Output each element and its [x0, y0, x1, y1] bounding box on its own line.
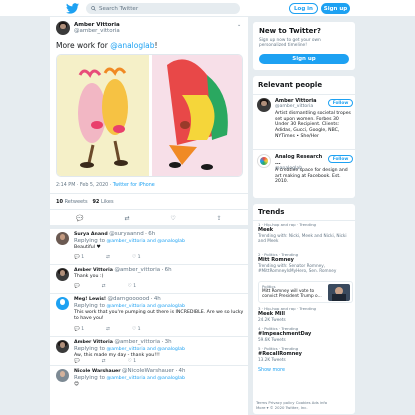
reply-text: Aw, this made my day - thank you!!! [74, 353, 160, 358]
chevron-down-icon[interactable]: ⌄ [237, 22, 241, 28]
retweet-icon[interactable]: ⇄ [106, 255, 110, 260]
news-thumbnail [328, 284, 350, 301]
reply-icon[interactable]: 💬 [76, 215, 83, 222]
reply-author[interactable]: Amber Vittoria [74, 268, 113, 273]
avatar[interactable] [257, 98, 271, 112]
avatar[interactable] [56, 21, 70, 35]
author-handle[interactable]: @amber_vittoria [74, 28, 120, 34]
avatar[interactable] [56, 268, 69, 281]
reply-icon[interactable]: 💬 [74, 359, 80, 364]
reply-item[interactable]: Nicole Warshauer @NicoleWarshauer · 4h R… [50, 366, 248, 406]
person-name[interactable]: Analog Research ... [275, 154, 327, 166]
trend-item[interactable]: 1 · Hip-hop and rap · Trending Meek Tren… [258, 222, 353, 243]
like-icon[interactable]: ♡ 1 [128, 284, 137, 289]
relevant-people-card: Relevant people Amber Vittoria @amber_vi… [252, 75, 357, 199]
tweet-text: More work for @analoglab! [56, 41, 158, 50]
top-bar: Search Twitter Log in Sign up [0, 0, 415, 17]
share-icon[interactable]: ⇪ [217, 215, 222, 222]
reply-text: This work that you're pumping out there … [74, 310, 244, 321]
trend-item[interactable]: 3 · Hip-hop and rap · Trending Meek Mill… [258, 306, 353, 322]
reply-author[interactable]: Surya Anand [74, 232, 108, 237]
like-icon[interactable]: ♡ 1 [132, 255, 141, 260]
reply-icon[interactable]: 💬 1 [74, 327, 84, 332]
trend-promo[interactable]: Politics Mitt Romney will vote to convic… [258, 281, 353, 303]
person-bio: Artist dismantling societal tropes set u… [275, 111, 351, 139]
reply-text: Thank you :) [74, 274, 104, 279]
card-subtitle: Sign up now to get your own personalized… [259, 38, 321, 49]
reply-author[interactable]: Amber Vittoria [74, 340, 113, 345]
tweet-stats: 10 Retweets 92 Likes [56, 199, 114, 205]
reply-text: Beautiful ♥ [74, 245, 101, 250]
reply-icon[interactable]: 💬 1 [74, 255, 84, 260]
like-icon[interactable]: ♡ 1 [132, 327, 141, 332]
tweet-meta: 2:14 PM · Feb 5, 2020 · Twitter for iPho… [56, 183, 155, 188]
likes-count[interactable]: 92 [92, 199, 99, 205]
retweet-icon[interactable]: ⇄ [102, 359, 106, 364]
avatar[interactable] [56, 232, 69, 245]
follow-button[interactable]: Follow [328, 155, 353, 163]
retweet-icon[interactable]: ⇄ [102, 284, 106, 289]
show-more-link[interactable]: Show more [258, 368, 285, 373]
retweet-icon[interactable]: ⇄ [125, 215, 130, 222]
like-icon[interactable]: ♡ 1 [128, 359, 137, 364]
retweet-icon[interactable]: ⇄ [106, 327, 110, 332]
trend-item[interactable]: 2 · Politics · Trending Mitt Romney Tren… [258, 252, 353, 273]
search-input[interactable]: Search Twitter [86, 3, 240, 14]
reply-text: 😍 [74, 382, 79, 387]
like-icon[interactable]: ♡ [170, 215, 175, 222]
tweet-media[interactable] [56, 54, 243, 177]
reply-icon[interactable]: 💬 [74, 284, 80, 289]
trend-item[interactable]: 4 · Politics · Trending #ImpeachmentDay … [258, 326, 353, 342]
reply-author[interactable]: Meg! Lewis! [74, 297, 106, 302]
reply-item[interactable]: Amber Vittoria @amber_vittoria · 3h Repl… [50, 337, 248, 365]
card-title: New to Twitter? [259, 27, 321, 35]
follow-button[interactable]: Follow [328, 99, 353, 107]
person-handle: @amber_vittoria [275, 104, 314, 109]
divider [50, 193, 248, 194]
sidebar-signup-button[interactable]: Sign up [259, 53, 349, 64]
avatar[interactable] [56, 340, 69, 353]
mention-link[interactable]: @analoglab [110, 41, 154, 50]
avatar[interactable] [257, 154, 271, 168]
footer: Terms Privacy policy Cookies Ads info Mo… [256, 400, 356, 410]
reply-author[interactable]: Nicole Warshauer [74, 369, 121, 374]
divider [50, 209, 248, 210]
tweet-source[interactable]: Twitter for iPhone [113, 183, 155, 188]
search-icon [91, 6, 96, 11]
tweet-column: Amber Vittoria @amber_vittoria ⌄ More wo… [50, 17, 248, 415]
new-to-twitter-card: New to Twitter? Sign up now to get your … [252, 21, 356, 71]
reply-item[interactable]: Meg! Lewis! @darngoooood · 4h Replying t… [50, 294, 248, 336]
person-bio: A creative space for design and art maki… [275, 168, 348, 185]
retweets-count[interactable]: 10 [56, 199, 63, 205]
signup-button[interactable]: Sign up [321, 3, 350, 14]
reply-item[interactable]: Amber Vittoria @amber_vittoria · 6h Than… [50, 265, 248, 293]
tweet-actions: 💬 ⇄ ♡ ⇪ [56, 215, 242, 222]
twitter-logo-icon[interactable] [66, 3, 79, 14]
tweet-time[interactable]: 2:14 PM · Feb 5, 2020 [56, 183, 108, 188]
card-title: Relevant people [258, 81, 323, 89]
avatar[interactable] [56, 369, 69, 382]
trend-item[interactable]: 5 · Politics · Trending #RecallRomney 13… [258, 346, 353, 362]
reply-item[interactable]: Surya Anand @suryaannd · 6h Replying to … [50, 229, 248, 264]
footer-copyright[interactable]: More ▾ © 2020 Twitter, Inc. [256, 405, 356, 410]
search-placeholder: Search Twitter [99, 5, 139, 12]
avatar[interactable] [56, 297, 69, 310]
artwork-image [57, 55, 242, 176]
login-button[interactable]: Log in [289, 3, 318, 14]
card-title: Trends [258, 208, 285, 216]
trends-card: Trends 1 · Hip-hop and rap · Trending Me… [252, 203, 357, 415]
